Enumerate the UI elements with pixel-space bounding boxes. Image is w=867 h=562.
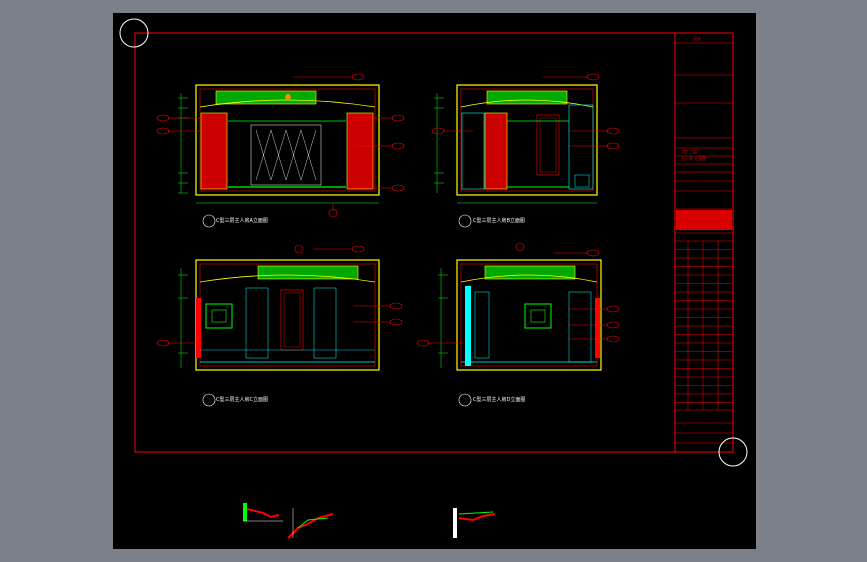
elevation-view-c (195, 259, 380, 371)
svg-text:主人房 立面图: 主人房 立面图 (681, 155, 706, 161)
title-note-block (676, 210, 732, 230)
drawing-canvas: 设计 C型 三层 主人房 立面图 (119, 18, 748, 539)
view-d-dimensions (438, 268, 448, 368)
elevation-view-d (456, 259, 602, 371)
view-d-leaders (416, 242, 620, 347)
view-marker-c (202, 393, 216, 407)
view-marker-d (458, 393, 472, 407)
elevation-view-b (456, 84, 598, 196)
view-caption-b: C型三层主人房B立面图 (473, 218, 525, 224)
view-caption-d: C型三层主人房D立面图 (473, 397, 526, 403)
view-marker-b (458, 214, 472, 228)
view-c-dimensions (178, 268, 188, 368)
svg-text:设计: 设计 (693, 35, 701, 41)
svg-text:C型 三层: C型 三层 (681, 148, 697, 154)
view-caption-a: C型三层主人房A立面图 (216, 218, 268, 224)
view-caption-c: C型三层主人房C立面图 (216, 397, 268, 403)
elevation-view-a (195, 84, 380, 196)
title-block: 设计 C型 三层 主人房 立面图 (674, 32, 734, 453)
view-marker-a (202, 214, 216, 228)
cad-viewport[interactable]: 设计 C型 三层 主人房 立面图 C型三层主人房A立面图 C型三层主人房B立面图… (113, 13, 756, 549)
section-details (243, 503, 496, 539)
title-block-grid (675, 240, 733, 410)
